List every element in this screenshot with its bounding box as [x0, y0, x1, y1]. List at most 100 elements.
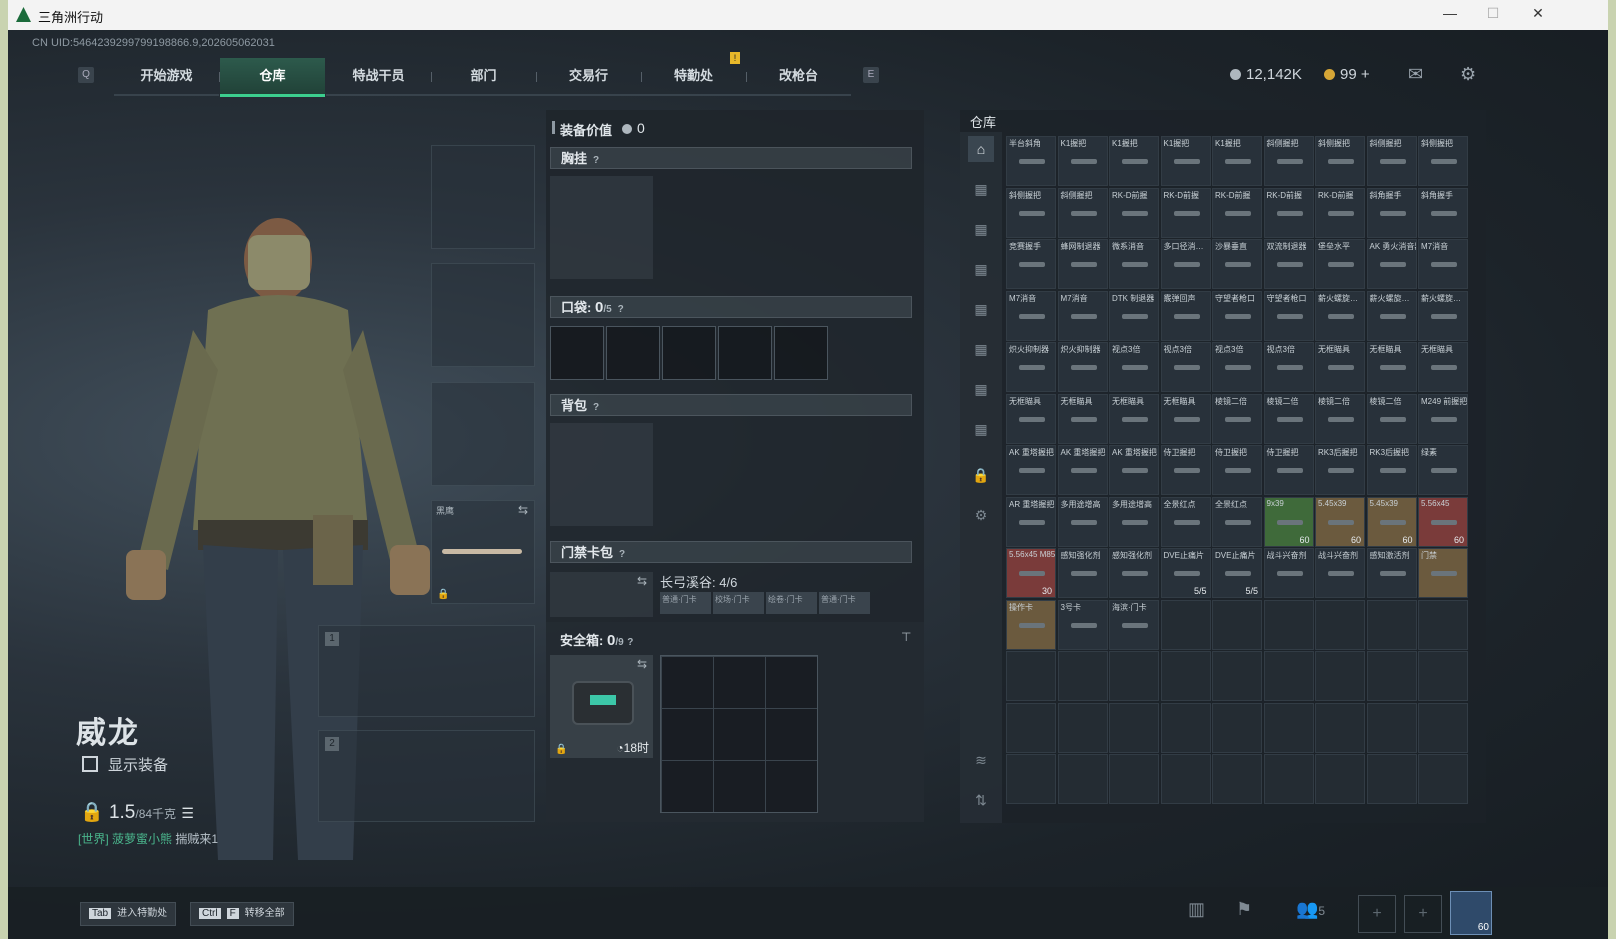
- empty-stash-cell[interactable]: [1212, 754, 1262, 804]
- stash-item[interactable]: RK-D前握: [1160, 187, 1211, 238]
- stash-item[interactable]: 操作卡: [1006, 599, 1056, 650]
- pocket-slot-5[interactable]: [774, 326, 828, 380]
- keycard-slot[interactable]: 普通·门卡: [819, 592, 870, 614]
- stash-item[interactable]: 5.56x45 60: [1418, 496, 1468, 547]
- empty-stash-cell[interactable]: [1418, 599, 1468, 650]
- stash-item[interactable]: AR 重塔握把: [1006, 496, 1056, 547]
- empty-stash-cell[interactable]: [1057, 754, 1108, 804]
- stash-item[interactable]: 绿素: [1418, 445, 1468, 495]
- tab-operators[interactable]: 特战干员: [326, 58, 431, 96]
- stash-item[interactable]: 战斗兴奋剂: [1263, 548, 1314, 598]
- stash-item[interactable]: 多用途增高: [1109, 496, 1159, 547]
- pocket-slot-2[interactable]: [606, 326, 660, 380]
- stash-item[interactable]: K1握把: [1160, 136, 1211, 186]
- stash-item[interactable]: 炽火抑制器: [1057, 342, 1108, 392]
- all-items-icon[interactable]: ⌂: [968, 136, 994, 162]
- stash-item[interactable]: 多用途增高: [1057, 496, 1108, 547]
- stash-item[interactable]: 5.56x45 M855A1 30: [1006, 548, 1056, 598]
- stash-item[interactable]: 视点3倍: [1263, 342, 1314, 392]
- stash-item[interactable]: 斜侧握把: [1057, 187, 1108, 238]
- stash-item[interactable]: 斜角握手: [1366, 187, 1417, 238]
- squad-icon[interactable]: 👥5: [1296, 899, 1325, 920]
- stash-item[interactable]: RK-D前握: [1263, 187, 1314, 238]
- stash-item[interactable]: 感知激活剂: [1366, 548, 1417, 598]
- keycard-slot[interactable]: 校场·门卡: [713, 592, 764, 614]
- add-currency-button[interactable]: +: [1361, 66, 1370, 83]
- stash-item[interactable]: 堡垒水平: [1315, 239, 1365, 289]
- empty-stash-cell[interactable]: [1366, 754, 1417, 804]
- pocket-slot-4[interactable]: [718, 326, 772, 380]
- keycard-slot[interactable]: 绘卷·门卡: [766, 592, 817, 614]
- stash-item[interactable]: 薪火螺旋…: [1366, 290, 1417, 341]
- empty-stash-cell[interactable]: [1057, 702, 1108, 753]
- stash-item[interactable]: 感知强化剂: [1109, 548, 1159, 598]
- swap-icon[interactable]: ⇆: [637, 657, 647, 671]
- stash-item[interactable]: 无框瞄具: [1160, 393, 1211, 444]
- flag-icon[interactable]: ⚑: [1236, 899, 1252, 920]
- empty-stash-cell[interactable]: [1418, 754, 1468, 804]
- stash-item[interactable]: RK-D前握: [1315, 187, 1365, 238]
- stash-item[interactable]: 5.45x39 60: [1315, 496, 1365, 547]
- stash-item[interactable]: 侍卫握把: [1212, 445, 1262, 495]
- empty-stash-cell[interactable]: [1366, 702, 1417, 753]
- stash-item[interactable]: 蜂网制退器: [1057, 239, 1108, 289]
- empty-stash-cell[interactable]: [1160, 702, 1211, 753]
- empty-stash-cell[interactable]: [1366, 599, 1417, 650]
- stash-item[interactable]: 守望者枪口: [1212, 290, 1262, 341]
- tab-department[interactable]: 部门: [431, 58, 536, 96]
- settings-gear-icon[interactable]: ⚙: [1460, 64, 1476, 85]
- empty-stash-cell[interactable]: [1315, 599, 1365, 650]
- stash-item[interactable]: 半台斜角: [1006, 136, 1056, 186]
- nav-next-key[interactable]: E: [863, 67, 879, 83]
- settings-icon[interactable]: ⚙: [968, 502, 994, 528]
- player-avatar[interactable]: 60: [1450, 891, 1492, 935]
- stash-item[interactable]: K1握把: [1057, 136, 1108, 186]
- invite-slot-2[interactable]: +: [1404, 895, 1442, 933]
- stash-item[interactable]: 视点3倍: [1109, 342, 1159, 392]
- tab-1-icon[interactable]: ▦: [968, 176, 994, 202]
- empty-stash-cell[interactable]: [1006, 651, 1056, 701]
- pocket-slot-1[interactable]: [550, 326, 604, 380]
- stash-item[interactable]: 无框瞄具: [1109, 393, 1159, 444]
- stash-item[interactable]: 棱镜二倍: [1366, 393, 1417, 444]
- sort-icon[interactable]: ⇅: [968, 787, 994, 813]
- stash-item[interactable]: AK 重塔握把: [1109, 445, 1159, 495]
- empty-stash-cell[interactable]: [1160, 651, 1211, 701]
- stash-item[interactable]: M7消音: [1057, 290, 1108, 341]
- empty-stash-cell[interactable]: [1315, 702, 1365, 753]
- mail-icon[interactable]: ✉: [1408, 64, 1423, 85]
- stash-item[interactable]: M249 前握把木: [1418, 393, 1468, 444]
- stash-item[interactable]: 3号卡: [1057, 599, 1108, 650]
- empty-stash-cell[interactable]: [1057, 651, 1108, 701]
- stash-item[interactable]: 9x39 60: [1263, 496, 1314, 547]
- stash-item[interactable]: M7消音: [1418, 239, 1468, 289]
- maximize-button[interactable]: ☐: [1482, 5, 1504, 25]
- stash-item[interactable]: 视点3倍: [1160, 342, 1211, 392]
- stash-item[interactable]: 侍卫握把: [1160, 445, 1211, 495]
- stash-item[interactable]: 沙暴垂直: [1212, 239, 1262, 289]
- empty-stash-cell[interactable]: [1315, 754, 1365, 804]
- stash-item[interactable]: 薪火螺旋…: [1315, 290, 1365, 341]
- empty-stash-cell[interactable]: [1263, 754, 1314, 804]
- empty-stash-cell[interactable]: [1263, 702, 1314, 753]
- empty-stash-cell[interactable]: [1263, 599, 1314, 650]
- empty-stash-cell[interactable]: [1366, 651, 1417, 701]
- tab-2-icon[interactable]: ▦: [968, 216, 994, 242]
- keycard-case-slot[interactable]: ⇆: [550, 572, 653, 617]
- stash-item[interactable]: 斜侧握把: [1006, 187, 1056, 238]
- empty-stash-cell[interactable]: [1109, 651, 1159, 701]
- stash-item[interactable]: 斜侧握把: [1315, 136, 1365, 186]
- stash-item[interactable]: 棱镜二倍: [1315, 393, 1365, 444]
- close-button[interactable]: ✕: [1527, 5, 1549, 25]
- tab-3-icon[interactable]: ▦: [968, 256, 994, 282]
- stash-item[interactable]: 棱镜二倍: [1212, 393, 1262, 444]
- minimize-button[interactable]: —: [1439, 5, 1461, 25]
- stash-item[interactable]: 守望者枪口: [1263, 290, 1314, 341]
- empty-stash-cell[interactable]: [1212, 599, 1262, 650]
- stash-item[interactable]: AK 重塔握把: [1006, 445, 1056, 495]
- stash-item[interactable]: RK-D前握: [1212, 187, 1262, 238]
- tab-7-icon[interactable]: ▦: [968, 416, 994, 442]
- stats-icon[interactable]: ▥: [1188, 899, 1205, 920]
- safe-box-slot[interactable]: ⇆ 🔒 ◔18时: [550, 655, 653, 758]
- show-equipment-toggle[interactable]: 显示装备: [82, 754, 168, 775]
